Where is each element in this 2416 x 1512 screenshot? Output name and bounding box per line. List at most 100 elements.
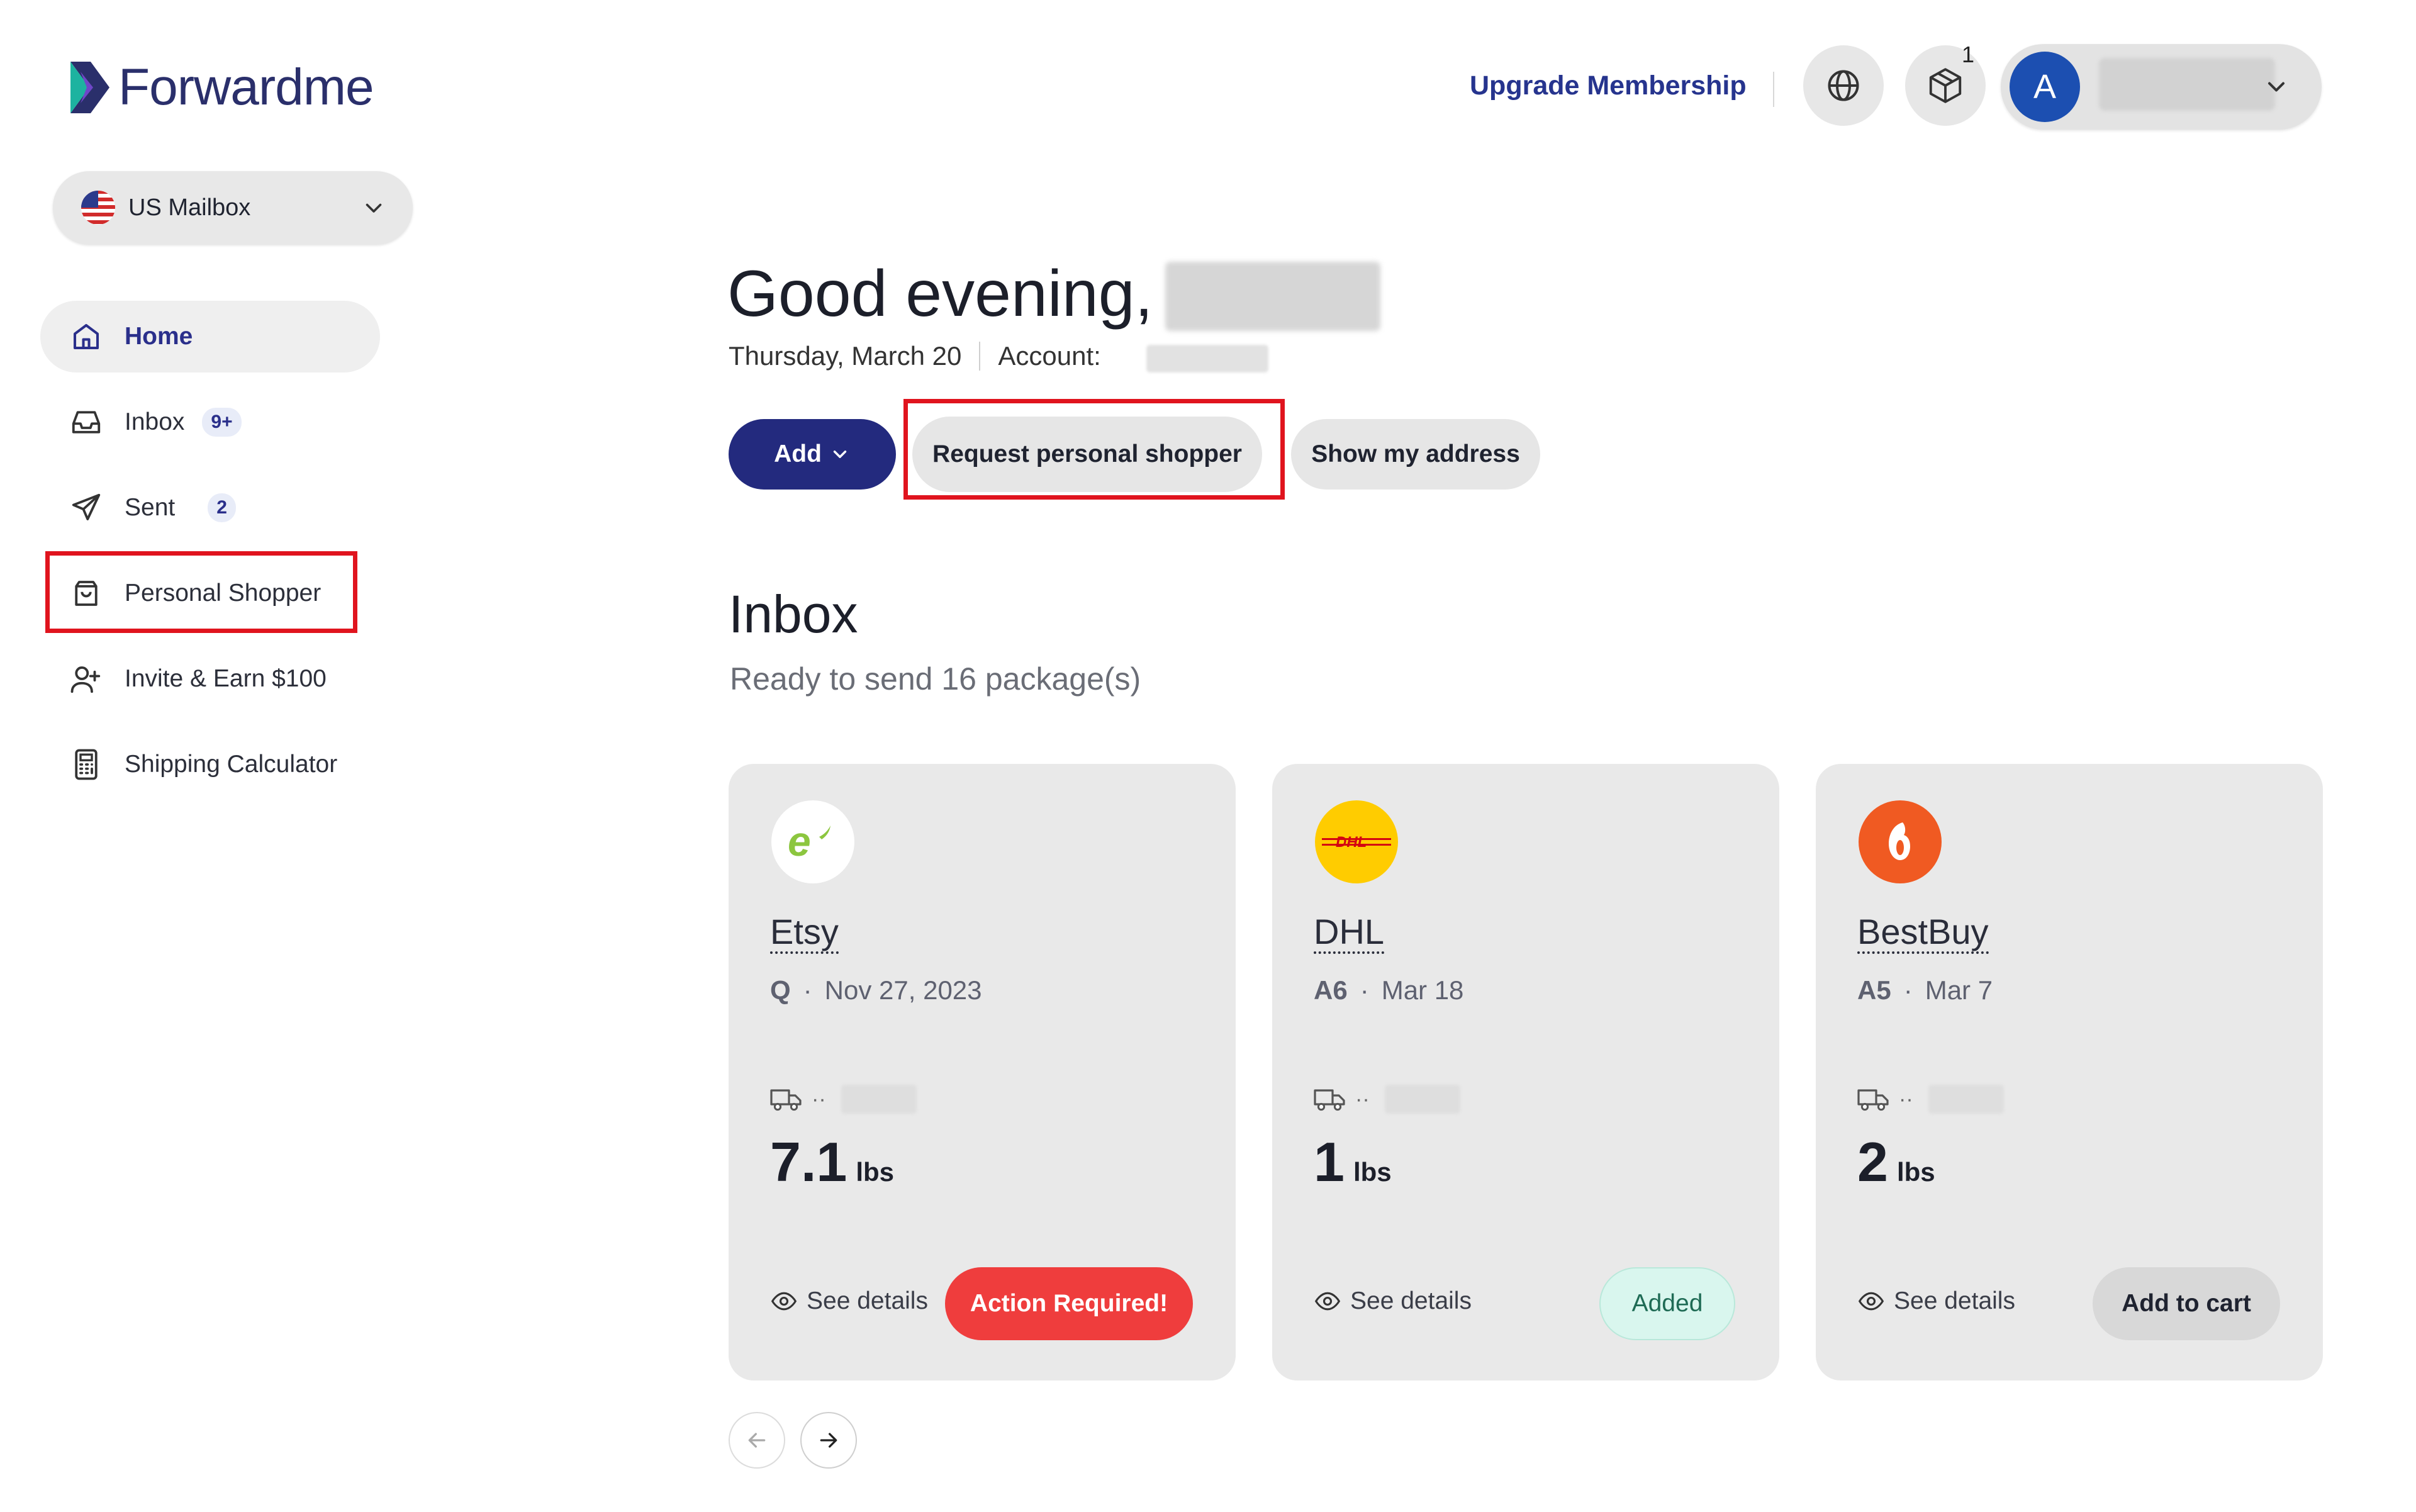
tracking-row: ·· bbox=[770, 1085, 917, 1114]
us-flag-icon bbox=[81, 191, 115, 225]
sent-count-badge: 2 bbox=[208, 493, 236, 522]
meta-dot: · bbox=[1903, 975, 1913, 1005]
current-date: Thursday, March 20 bbox=[729, 341, 962, 371]
brand-logo[interactable]: Forwardme bbox=[68, 58, 374, 117]
package-weight: 2 lbs bbox=[1857, 1130, 1935, 1194]
add-button[interactable]: Add bbox=[729, 419, 896, 490]
see-details-button[interactable]: See details bbox=[1314, 1287, 1472, 1315]
brand-name: Forwardme bbox=[118, 59, 374, 116]
tracking-redacted bbox=[1384, 1085, 1460, 1114]
weight-value: 7.1 bbox=[770, 1131, 847, 1193]
truck-icon bbox=[1314, 1089, 1345, 1111]
see-details-label: See details bbox=[1894, 1287, 2015, 1314]
package-meta: A5 · Mar 7 bbox=[1857, 975, 1993, 1005]
see-details-button[interactable]: See details bbox=[770, 1287, 928, 1315]
tracking-text: ·· bbox=[1899, 1087, 1913, 1111]
weight-value: 1 bbox=[1314, 1131, 1345, 1193]
meta-dot: · bbox=[1360, 975, 1369, 1005]
date-account-line: Thursday, March 20 Account: bbox=[729, 341, 1101, 371]
store-name[interactable]: Etsy bbox=[770, 912, 839, 954]
package-card[interactable]: DHL DHL A6 · Mar 18 ·· 1 lbs See details… bbox=[1272, 764, 1779, 1380]
add-to-cart-button[interactable]: Add to cart bbox=[2093, 1267, 2280, 1340]
sidebar-item-label: Home bbox=[125, 323, 193, 350]
arrow-right-icon bbox=[820, 1433, 837, 1448]
arrow-left-icon bbox=[748, 1433, 766, 1448]
etsy-logo-icon: e bbox=[771, 800, 854, 883]
account-number-redacted bbox=[1146, 345, 1268, 372]
svg-text:DHL: DHL bbox=[1336, 834, 1367, 851]
tracking-text: ·· bbox=[1355, 1087, 1370, 1111]
package-weight: 1 lbs bbox=[1314, 1130, 1392, 1194]
sidebar-item-label: Invite & Earn $100 bbox=[125, 665, 327, 692]
weight-value: 2 bbox=[1857, 1131, 1888, 1193]
chevron-down-icon[interactable] bbox=[2262, 73, 2290, 101]
greeting-title: Good evening, bbox=[727, 257, 1153, 330]
inbox-count-badge: 9+ bbox=[202, 408, 242, 437]
highlight-box-personal-shopper bbox=[45, 551, 357, 633]
store-name[interactable]: DHL bbox=[1314, 912, 1385, 954]
tracking-text: ·· bbox=[812, 1087, 826, 1111]
package-meta: Q · Nov 27, 2023 bbox=[770, 975, 982, 1005]
prev-page-button[interactable] bbox=[729, 1412, 785, 1469]
upgrade-membership-link[interactable]: Upgrade Membership bbox=[1470, 70, 1747, 101]
inbox-subtitle: Ready to send 16 package(s) bbox=[730, 661, 1141, 697]
inbox-icon bbox=[72, 411, 101, 434]
highlight-box-request-shopper bbox=[903, 399, 1285, 500]
header-divider bbox=[1773, 72, 1774, 107]
eye-icon bbox=[771, 1292, 797, 1311]
sidebar-item-invite[interactable]: Invite & Earn $100 bbox=[40, 643, 380, 715]
add-user-icon bbox=[70, 666, 101, 693]
chevron-down-icon bbox=[833, 451, 847, 458]
see-details-button[interactable]: See details bbox=[1857, 1287, 2015, 1315]
tracking-redacted bbox=[1928, 1085, 2004, 1114]
add-button-label: Add bbox=[774, 440, 822, 468]
avatar[interactable]: A bbox=[2010, 52, 2080, 122]
show-address-button[interactable]: Show my address bbox=[1291, 419, 1540, 490]
forwardme-logo-icon bbox=[70, 62, 109, 113]
package-icon bbox=[1929, 68, 1962, 103]
tracking-row: ·· bbox=[1857, 1085, 2004, 1114]
sidebar-item-home[interactable]: Home bbox=[40, 301, 380, 372]
sidebar-item-label: Inbox bbox=[125, 408, 185, 435]
package-code: A6 bbox=[1314, 975, 1348, 1005]
package-card[interactable]: BestBuy A5 · Mar 7 ·· 2 lbs See details … bbox=[1816, 764, 2323, 1380]
package-weight: 7.1 lbs bbox=[770, 1130, 894, 1194]
account-label: Account: bbox=[998, 341, 1101, 371]
see-details-label: See details bbox=[807, 1287, 928, 1314]
sidebar-item-label: Sent bbox=[125, 494, 176, 521]
date-divider bbox=[979, 342, 981, 371]
tracking-redacted bbox=[841, 1085, 917, 1114]
dhl-logo-icon: DHL bbox=[1315, 800, 1398, 883]
send-icon bbox=[72, 493, 101, 520]
package-code: A5 bbox=[1857, 975, 1891, 1005]
sidebar-item-label: Shipping Calculator bbox=[125, 751, 338, 778]
globe-icon bbox=[1828, 70, 1859, 101]
chevron-down-icon bbox=[366, 203, 382, 213]
sidebar-item-shipping-calculator[interactable]: Shipping Calculator bbox=[40, 729, 380, 800]
cart-count: 1 bbox=[1962, 42, 1975, 67]
sidebar-item-inbox[interactable]: Inbox 9+ bbox=[40, 386, 380, 458]
package-card[interactable]: e Etsy Q · Nov 27, 2023 ·· 7.1 lbs See d… bbox=[729, 764, 1236, 1380]
truck-icon bbox=[770, 1089, 802, 1111]
store-name[interactable]: BestBuy bbox=[1857, 912, 1989, 954]
action-required-button[interactable]: Action Required! bbox=[945, 1267, 1193, 1340]
eye-icon bbox=[1314, 1292, 1341, 1311]
weight-unit: lbs bbox=[1896, 1157, 1935, 1187]
next-page-button[interactable] bbox=[800, 1412, 857, 1469]
eye-icon bbox=[1858, 1292, 1884, 1311]
weight-unit: lbs bbox=[856, 1157, 895, 1187]
tracking-row: ·· bbox=[1314, 1085, 1460, 1114]
home-icon bbox=[73, 323, 99, 350]
package-date: Mar 18 bbox=[1381, 975, 1464, 1005]
mailbox-select[interactable]: US Mailbox bbox=[53, 171, 413, 244]
mailbox-label: US Mailbox bbox=[128, 194, 251, 221]
weight-unit: lbs bbox=[1353, 1157, 1392, 1187]
calculator-icon bbox=[75, 749, 98, 780]
sidebar-item-sent[interactable]: Sent 2 bbox=[40, 472, 380, 544]
meta-dot: · bbox=[803, 975, 812, 1005]
bestbuy-logo-icon bbox=[1859, 800, 1942, 883]
language-button[interactable] bbox=[1803, 45, 1884, 126]
package-date: Nov 27, 2023 bbox=[824, 975, 982, 1005]
package-date: Mar 7 bbox=[1925, 975, 1993, 1005]
added-status-button[interactable]: Added bbox=[1599, 1267, 1735, 1340]
